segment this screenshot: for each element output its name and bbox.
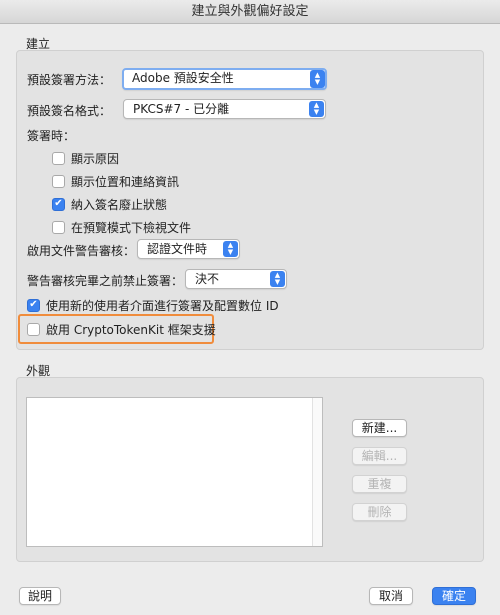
prevent-signing-value: 決不: [195, 272, 220, 286]
cancel-button[interactable]: 取消: [369, 587, 413, 605]
prevent-signing-select[interactable]: 決不 ▲ ▼: [185, 269, 287, 289]
signing-format-label: 預設簽名格式：: [27, 104, 112, 118]
option-label: 啟用 CryptoTokenKit 框架支援: [46, 322, 216, 337]
checkbox-checked[interactable]: ✔: [52, 197, 65, 211]
appearance-list[interactable]: [26, 397, 323, 547]
checkmark-icon: ✔: [29, 299, 38, 310]
chevron-updown-icon: ▲ ▼: [310, 70, 325, 88]
option-new-ui[interactable]: ✔ 使用新的使用者介面進行簽署及配置數位 ID: [27, 297, 279, 313]
checkbox-checked[interactable]: ✔: [27, 298, 40, 312]
warning-review-select[interactable]: 認證文件時 ▲ ▼: [137, 239, 240, 259]
prevent-signing-label: 警告審核完畢之前禁止簽署：: [27, 274, 184, 288]
checkbox[interactable]: [52, 220, 65, 234]
window-title: 建立與外觀偏好設定: [0, 0, 500, 24]
duplicate-button[interactable]: 重複: [352, 475, 407, 493]
when-signing-label: 簽署時：: [27, 129, 76, 143]
option-include-revocation[interactable]: ✔ 納入簽名廢止狀態: [52, 196, 167, 212]
list-scrollbar[interactable]: [312, 398, 322, 546]
option-label: 顯示位置和連絡資訊: [71, 174, 180, 189]
option-label: 納入簽名廢止狀態: [71, 197, 168, 212]
option-cryptotokenkit[interactable]: 啟用 CryptoTokenKit 框架支援: [27, 321, 216, 337]
checkbox[interactable]: [27, 322, 40, 336]
option-show-reason[interactable]: 顯示原因: [52, 150, 119, 166]
delete-button[interactable]: 刪除: [352, 503, 407, 521]
signing-method-select[interactable]: Adobe 預設安全性 ▲ ▼: [122, 68, 327, 90]
chevron-updown-icon: ▲ ▼: [223, 241, 238, 257]
checkmark-icon: ✔: [54, 198, 63, 209]
help-button[interactable]: 說明: [19, 587, 61, 605]
warning-review-value: 認證文件時: [147, 242, 208, 256]
option-label: 在預覽模式下檢視文件: [71, 220, 192, 235]
checkbox[interactable]: [52, 174, 65, 188]
signing-method-label: 預設簽署方法：: [27, 73, 112, 87]
signing-format-value: PKCS#7 - 已分離: [133, 102, 230, 116]
new-button[interactable]: 新建...: [352, 419, 407, 437]
option-label: 顯示原因: [71, 151, 120, 166]
option-show-location[interactable]: 顯示位置和連絡資訊: [52, 173, 179, 189]
signing-method-value: Adobe 預設安全性: [132, 71, 234, 85]
chevron-updown-icon: ▲ ▼: [270, 271, 285, 287]
checkbox[interactable]: [52, 151, 65, 165]
warning-review-label: 啟用文件警告審核：: [27, 244, 136, 258]
chevron-updown-icon: ▲ ▼: [309, 101, 324, 117]
ok-button[interactable]: 確定: [432, 587, 476, 605]
option-preview-mode[interactable]: 在預覽模式下檢視文件: [52, 219, 191, 235]
edit-button[interactable]: 編輯...: [352, 447, 407, 465]
option-label: 使用新的使用者介面進行簽署及配置數位 ID: [46, 298, 279, 313]
signing-format-select[interactable]: PKCS#7 - 已分離 ▲ ▼: [123, 99, 326, 119]
